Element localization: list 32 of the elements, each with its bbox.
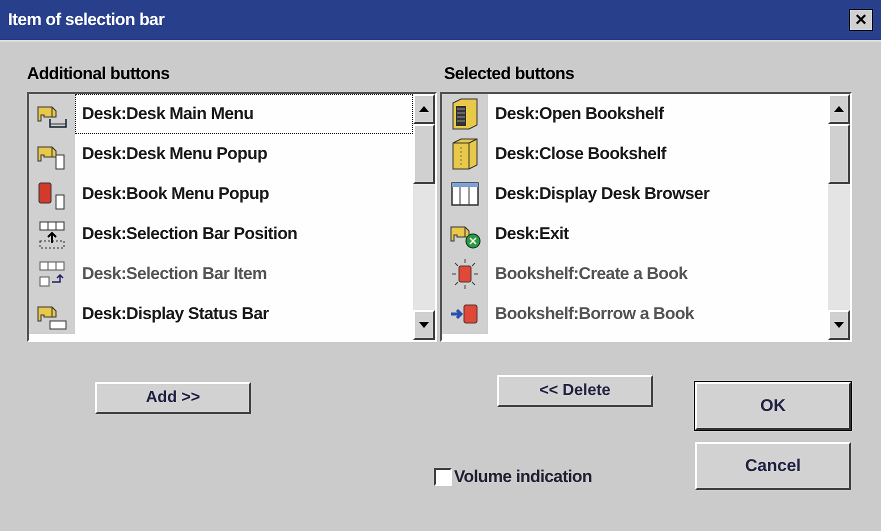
cancel-button[interactable]: Cancel bbox=[695, 442, 851, 490]
add-button[interactable]: Add >> bbox=[95, 382, 251, 414]
checkbox[interactable] bbox=[434, 468, 452, 486]
window-title: Item of selection bar bbox=[8, 9, 164, 32]
item-icon bbox=[449, 257, 481, 291]
delete-button[interactable]: << Delete bbox=[497, 375, 653, 407]
close-button[interactable]: × bbox=[849, 9, 873, 31]
checkbox-label: Volume indication bbox=[454, 466, 592, 488]
list-item[interactable]: Desk:Open Bookshelf bbox=[488, 94, 828, 134]
list-item[interactable]: Desk:Exit bbox=[488, 214, 828, 254]
list-item[interactable]: Desk:Book Menu Popup bbox=[75, 174, 413, 214]
scroll-down-button[interactable] bbox=[413, 310, 435, 340]
scroll-down-button[interactable] bbox=[828, 310, 850, 340]
scroll-down-icon[interactable] bbox=[419, 322, 429, 328]
list-label: Additional buttons bbox=[27, 64, 170, 84]
list-item[interactable]: Desk:Display Status Bar bbox=[75, 294, 413, 334]
scroll-up-button[interactable] bbox=[828, 94, 850, 124]
list-item[interactable]: Desk:Desk Menu Popup bbox=[75, 134, 413, 174]
list-item[interactable]: Desk:Desk Main Menu bbox=[75, 94, 413, 134]
list-label: Selected buttons bbox=[444, 64, 576, 84]
scroll-up-icon[interactable] bbox=[419, 106, 429, 112]
scroll-up-button[interactable] bbox=[413, 94, 435, 124]
list-item[interactable]: Desk:Close Bookshelf bbox=[488, 134, 828, 174]
list-item[interactable]: Desk:Display Desk Browser bbox=[488, 174, 828, 214]
scroll-up-icon[interactable] bbox=[834, 106, 844, 112]
scroll-thumb[interactable] bbox=[413, 124, 435, 184]
scroll-down-icon[interactable] bbox=[834, 322, 844, 328]
list-item[interactable]: Desk:Selection Bar Position bbox=[75, 214, 413, 254]
ok-button[interactable]: OK bbox=[695, 382, 851, 430]
scroll-thumb[interactable] bbox=[828, 124, 850, 184]
scrollbar[interactable] bbox=[828, 94, 850, 340]
scrollbar[interactable] bbox=[413, 94, 435, 340]
